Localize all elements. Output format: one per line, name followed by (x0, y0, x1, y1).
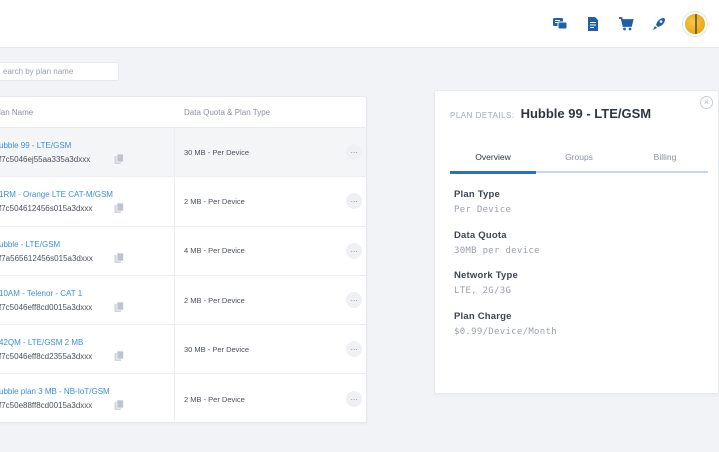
plan-name-link[interactable]: ubble plan 3 MB - NB-IoT/GSM (0, 387, 174, 397)
plan-name-cell: 10AM - Telenor - CAT 1 f7c5046eff8cd0015a… (0, 275, 175, 325)
more-options-button[interactable]: ··· (346, 144, 362, 161)
field-plan-type: Plan Type Per Device (454, 189, 557, 215)
field-plan-charge: Plan Charge $0.99/Device/Month (454, 311, 557, 337)
copy-icon[interactable] (113, 152, 125, 164)
copy-icon[interactable] (113, 398, 125, 411)
field-label: Network Type (454, 270, 518, 281)
user-avatar[interactable] (683, 12, 707, 36)
field-value: 30MB per device (454, 245, 540, 256)
details-kicker: PLAN DETAILS: (450, 111, 515, 120)
plan-id: f7c5046eff8cd0015a3dxxx (0, 302, 93, 312)
field-label: Plan Charge (454, 310, 512, 322)
copy-icon[interactable] (113, 300, 125, 312)
plan-name-cell: 42QM - LTE/GSM 2 MB f7c5046eff8cd2355a3dx… (0, 325, 175, 374)
plan-name-cell: ubble 99 - LTE/GSM f7c5046ej55aa335a3dxxx (0, 128, 175, 177)
plan-name-link[interactable]: 10AM - Telenor - CAT 1 (0, 289, 174, 299)
details-fields: Plan Type Per Device Data Quota 30MB per… (454, 189, 557, 351)
plan-quota: 4 MB - Per Device (184, 246, 245, 256)
plan-quota: 30 MB - Per Device (184, 344, 250, 354)
plan-id: f7c50e88ff8cd0015a3dxxx (0, 401, 93, 411)
close-button[interactable]: × (700, 96, 713, 109)
more-options-button[interactable]: ··· (346, 193, 362, 210)
column-header-quota[interactable]: Data Quota & Plan Type (175, 108, 325, 117)
tab-groups[interactable]: Groups (536, 147, 622, 172)
plan-name-cell: 1RM - Orange LTE CAT-M/GSM f7c504612456s0… (0, 177, 175, 226)
table-row[interactable]: 42QM - LTE/GSM 2 MB f7c5046eff8cd2355a3dx… (0, 325, 366, 375)
cart-icon[interactable] (617, 15, 635, 33)
plan-quota: 2 MB - Per Device (184, 196, 245, 206)
plan-quota: 2 MB - Per Device (184, 394, 245, 404)
plan-id: f7a565612456s015a3dxxx (0, 253, 93, 263)
copy-icon[interactable] (113, 201, 125, 214)
rocket-icon[interactable] (650, 15, 668, 33)
field-value: Per Device (454, 205, 512, 215)
field-value: $0.99/Device/Month (454, 326, 557, 337)
more-options-button[interactable]: ··· (346, 242, 362, 259)
chat-icon[interactable] (551, 15, 569, 33)
table-row[interactable]: 10AM - Telenor - CAT 1 f7c5046eff8cd0015a… (0, 275, 366, 326)
table-row[interactable]: ubble plan 3 MB - NB-IoT/GSM f7c50e88ff8c… (0, 374, 366, 424)
details-title: Hubble 99 - LTE/GSM (520, 106, 652, 121)
table-row[interactable]: 1RM - Orange LTE CAT-M/GSM f7c504612456s0… (0, 177, 366, 227)
field-label: Plan Type (454, 189, 500, 200)
plan-name-link[interactable]: 1RM - Orange LTE CAT-M/GSM (0, 190, 174, 200)
plan-name-link[interactable]: ubble - LTE/GSM (0, 240, 174, 250)
plan-name-cell: ubble plan 3 MB - NB-IoT/GSM f7c50e88ff8c… (0, 374, 175, 424)
more-options-button[interactable]: ··· (346, 292, 362, 309)
plan-quota: 30 MB - Per Device (184, 147, 250, 157)
table-row[interactable]: ubble 99 - LTE/GSM f7c5046ej55aa335a3dxxx… (0, 128, 366, 178)
field-label: Data Quota (454, 229, 507, 241)
plan-name-link[interactable]: ubble 99 - LTE/GSM (0, 141, 174, 151)
plan-name-link[interactable]: 42QM - LTE/GSM 2 MB (0, 338, 174, 348)
plan-name-cell: ubble - LTE/GSM f7a565612456s015a3dxxx (0, 226, 175, 275)
table-row[interactable]: ubble - LTE/GSM f7a565612456s015a3dxxx 4 M… (0, 226, 366, 276)
top-bar (0, 0, 719, 48)
plan-details-panel: × PLAN DETAILS: Hubble 99 - LTE/GSM Over… (434, 90, 719, 394)
more-options-button[interactable]: ··· (346, 391, 362, 408)
field-value: LTE, 2G/3G (454, 286, 512, 296)
column-header-name[interactable]: lan Name (0, 108, 175, 117)
field-data-quota: Data Quota 30MB per device (454, 230, 557, 256)
plan-quota: 2 MB - Per Device (184, 295, 245, 305)
plans-table: lan Name Data Quota & Plan Type ubble 99… (0, 96, 367, 424)
plan-id: f7c5046ej55aa335a3dxxx (0, 155, 91, 164)
more-options-button[interactable]: ··· (346, 341, 362, 358)
tab-billing[interactable]: Billing (622, 147, 708, 172)
table-header: lan Name Data Quota & Plan Type (0, 97, 366, 128)
copy-icon[interactable] (113, 349, 125, 362)
plan-id: f7c5046eff8cd2355a3dxxx (0, 352, 93, 362)
copy-icon[interactable] (113, 251, 125, 263)
tabs-track (536, 171, 708, 173)
search-input[interactable]: earch by plan name (0, 62, 119, 81)
header-icons (551, 12, 707, 36)
field-network-type: Network Type LTE, 2G/3G (454, 270, 557, 296)
tab-overview[interactable]: Overview (450, 147, 536, 174)
plan-id: f7c504612456s015a3dxxx (0, 204, 93, 214)
document-icon[interactable] (584, 15, 602, 33)
details-header: PLAN DETAILS: Hubble 99 - LTE/GSM (450, 106, 651, 121)
details-tabs: Overview Groups Billing (450, 147, 708, 174)
